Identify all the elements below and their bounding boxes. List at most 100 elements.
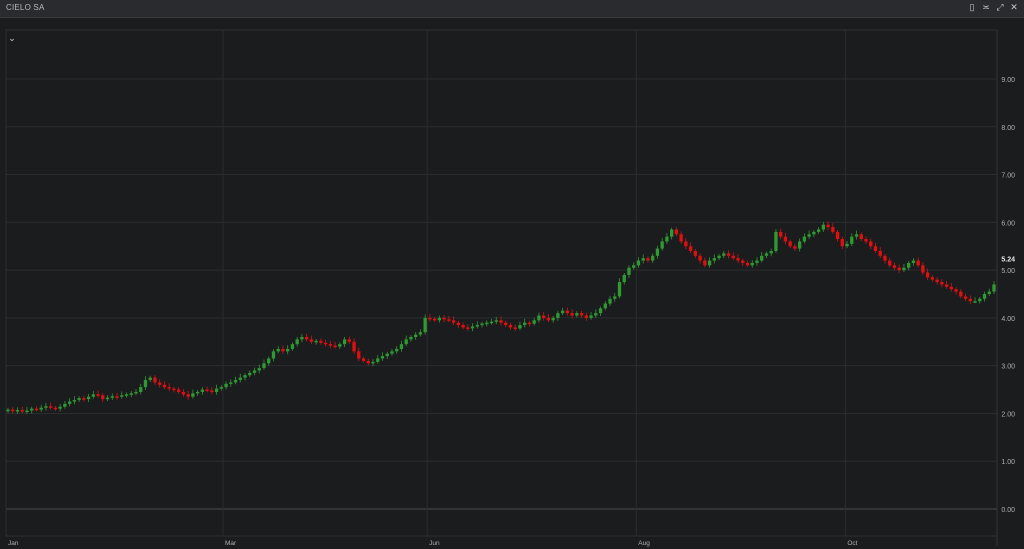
y-tick-label: 6.00 — [1001, 220, 1015, 227]
candle-body — [935, 279, 939, 283]
candle-body — [508, 325, 513, 328]
candle-body — [148, 377, 152, 380]
candle-body — [608, 298, 612, 304]
candle-body — [864, 239, 868, 242]
candle-body — [755, 260, 759, 263]
candle-body — [267, 358, 271, 364]
candle-body — [665, 236, 669, 242]
candle-body — [854, 234, 859, 237]
candle-body — [902, 267, 906, 271]
candle-body — [139, 387, 143, 392]
candle-body — [295, 339, 299, 345]
candle-body — [257, 368, 261, 371]
candle-body — [760, 255, 764, 261]
candle-body — [63, 403, 67, 407]
candle-body — [404, 339, 408, 345]
candle-body — [712, 258, 716, 261]
settings-icon[interactable]: ≍ — [981, 2, 991, 13]
candle-body — [968, 298, 972, 302]
candle-body — [925, 272, 930, 278]
candle-body — [745, 262, 750, 266]
candle-body — [584, 315, 588, 318]
candle-body — [888, 260, 892, 266]
candle-body — [172, 388, 176, 391]
candle-body — [774, 231, 778, 251]
candle-body — [342, 339, 347, 345]
last-price-label: 5.24 — [1001, 257, 1015, 264]
candle-body — [276, 348, 280, 352]
candle-body — [6, 409, 10, 412]
candle-body — [186, 394, 190, 397]
close-icon[interactable]: ✕ — [1009, 2, 1019, 13]
candle-body — [428, 317, 432, 320]
candle-body — [91, 394, 95, 397]
candle-body — [409, 337, 413, 340]
candle-body — [930, 277, 935, 280]
candle-body — [357, 351, 361, 359]
candle-body — [385, 353, 389, 357]
candle-body — [736, 258, 740, 261]
candle-body — [101, 395, 105, 400]
x-tick-label: Aug — [638, 540, 650, 547]
candle-body — [390, 351, 394, 354]
candle-body — [44, 406, 48, 408]
candle-body — [703, 260, 707, 266]
chevron-down-icon[interactable]: ⌄ — [7, 33, 17, 43]
candle-body — [451, 320, 456, 323]
candle-body — [504, 322, 508, 326]
candle-body — [191, 393, 195, 397]
candle-body — [176, 389, 181, 392]
candle-body — [641, 258, 645, 261]
candle-body — [622, 274, 626, 283]
candle-body — [646, 258, 650, 261]
candle-body — [347, 339, 351, 342]
candle-body — [120, 395, 124, 397]
candle-body — [907, 262, 911, 268]
candle-body — [551, 317, 555, 321]
candle-body — [210, 390, 214, 393]
candle-body — [499, 320, 503, 323]
candle-body — [788, 241, 792, 247]
candle-body — [205, 389, 209, 392]
candle-body — [475, 325, 479, 327]
candle-body — [518, 325, 522, 329]
x-tick-label: Jan — [8, 540, 19, 547]
candle-body — [77, 398, 81, 401]
candle-body — [105, 397, 110, 400]
candle-body — [921, 265, 925, 273]
candle-body — [281, 348, 285, 352]
candle-body — [49, 406, 53, 408]
x-tick-label: Mar — [225, 540, 237, 547]
candle-body — [987, 291, 991, 294]
candle-body — [944, 284, 949, 287]
expand-icon[interactable]: ⤢ — [995, 2, 1005, 13]
candle-body — [769, 251, 773, 254]
candle-body — [418, 332, 423, 335]
candle-body — [414, 334, 418, 337]
candle-body — [158, 382, 162, 385]
candlestick-chart[interactable]: 0.00 1.00 2.00 3.00 4.00 5.00 6.00 7.00 8.00 9.00… — [0, 18, 1024, 549]
candle-body — [821, 224, 826, 230]
candle-body — [603, 303, 607, 309]
candle-body — [674, 229, 679, 235]
candle-body — [432, 318, 437, 321]
candle-body — [494, 320, 498, 322]
x-tick-label: Jun — [429, 540, 440, 547]
candle-body — [797, 241, 802, 249]
candle-body — [783, 236, 788, 242]
candle-body — [560, 310, 565, 314]
candle-body — [72, 400, 77, 402]
candle-body — [911, 260, 916, 263]
candle-body — [53, 407, 58, 410]
bookmark-icon[interactable]: ▯ — [967, 2, 977, 13]
candle-body — [248, 372, 252, 376]
candle-body — [684, 241, 688, 247]
candle-body — [338, 344, 342, 347]
plot-area — [5, 29, 998, 537]
candle-body — [376, 358, 380, 362]
candle-body — [660, 241, 664, 249]
candle-body — [513, 327, 517, 329]
candle-body — [523, 322, 527, 326]
candle-body — [304, 337, 309, 340]
candle-body — [831, 227, 835, 232]
